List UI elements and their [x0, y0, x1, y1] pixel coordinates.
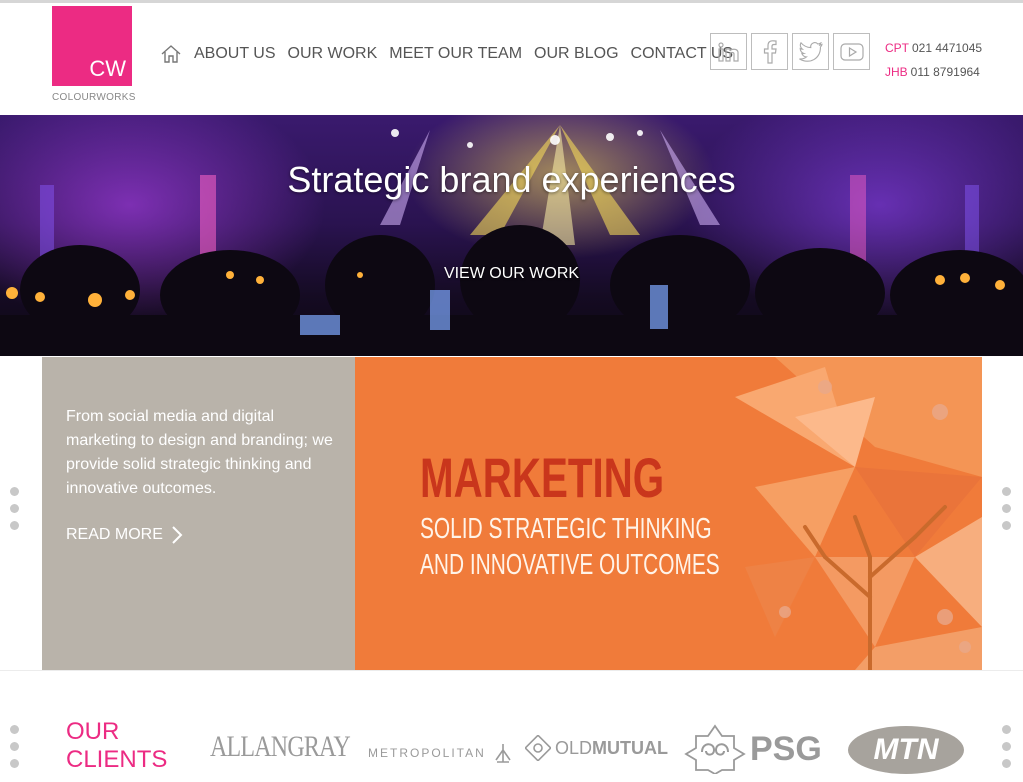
- phone-city: JHB: [885, 65, 908, 79]
- nav-about-us[interactable]: ABOUT US: [194, 45, 276, 63]
- slider-dot[interactable]: [1002, 487, 1011, 496]
- logo-mark: CW: [89, 56, 126, 81]
- clients-dots-right: [1002, 725, 1012, 776]
- slider-dot[interactable]: [10, 487, 19, 496]
- metropolitan-emblem-icon: [495, 744, 511, 763]
- clients-heading: OUR CLIENTS: [66, 718, 167, 774]
- feature-heading: MARKETING: [420, 446, 665, 509]
- nav-meet-our-team[interactable]: MEET OUR TEAM: [389, 45, 522, 63]
- phone-cpt[interactable]: CPT 021 4471045: [885, 36, 982, 60]
- old-mutual-word-a: OLD: [555, 737, 593, 758]
- twitter-icon[interactable]: [792, 33, 829, 70]
- event-photo: [0, 125, 1023, 356]
- client-logo-mtn[interactable]: MTN: [848, 726, 964, 774]
- metropolitan-wordmark: METROPOLITAN: [368, 746, 486, 760]
- linkedin-icon[interactable]: [710, 33, 747, 70]
- slider-dot[interactable]: [10, 742, 19, 751]
- phone-number: 021 4471045: [912, 41, 983, 55]
- slider-dot[interactable]: [1002, 521, 1011, 530]
- facebook-icon[interactable]: [751, 33, 788, 70]
- section-divider: [0, 670, 1023, 671]
- home-icon[interactable]: [160, 43, 182, 65]
- phone-number: 011 8791964: [910, 65, 980, 79]
- feature-subheading-line1: SOLID STRATEGIC THINKING: [420, 513, 712, 545]
- clients-dots-left: [10, 725, 20, 776]
- slider-dot[interactable]: [10, 759, 19, 768]
- hero-title: Strategic brand experiences: [287, 159, 736, 200]
- site-header: CW COLOURWORKS ABOUT US OUR WORK MEET OU…: [0, 3, 1023, 115]
- feature-subheading-line2: AND INNOVATIVE OUTCOMES: [420, 549, 720, 581]
- client-logo-old-mutual[interactable]: OLD MUTUAL: [525, 735, 668, 761]
- phone-city: CPT: [885, 41, 909, 55]
- slider-dot[interactable]: [10, 725, 19, 734]
- view-our-work-link[interactable]: VIEW OUR WORK: [440, 265, 583, 283]
- feature-image-panel: MARKETING SOLID STRATEGIC THINKING AND I…: [355, 357, 982, 670]
- client-logo-psg[interactable]: PSG: [682, 724, 822, 774]
- logo-box: CW: [52, 6, 132, 86]
- slider-dot[interactable]: [10, 504, 19, 513]
- contact-numbers: CPT 021 4471045 JHB 011 8791964: [885, 36, 982, 84]
- nav-our-blog[interactable]: OUR BLOG: [534, 45, 618, 63]
- feature-text-panel: From social media and digital marketing …: [42, 357, 355, 670]
- slider-dot[interactable]: [1002, 504, 1011, 513]
- main-nav: ABOUT US OUR WORK MEET OUR TEAM OUR BLOG…: [160, 41, 745, 67]
- slider-dots-left: [10, 487, 20, 538]
- read-more-link[interactable]: READ MORE: [66, 525, 183, 545]
- nav-our-work[interactable]: OUR WORK: [288, 45, 378, 63]
- client-logo-allan-gray[interactable]: ALLANGRAY: [210, 730, 351, 764]
- psg-emblem-icon: [684, 724, 746, 774]
- slider-dots-right: [1002, 487, 1012, 538]
- social-links: [710, 33, 874, 70]
- slider-dot[interactable]: [1002, 725, 1011, 734]
- logo-wordmark: COLOURWORKS: [52, 92, 136, 103]
- read-more-label: READ MORE: [66, 526, 163, 543]
- old-mutual-word-b: MUTUAL: [592, 737, 668, 758]
- clients-heading-line1: OUR: [66, 718, 120, 745]
- chevron-right-icon: [172, 526, 183, 544]
- clients-heading-line2: CLIENTS: [66, 746, 168, 773]
- youtube-icon[interactable]: [833, 33, 870, 70]
- slider-dot[interactable]: [1002, 759, 1011, 768]
- phone-jhb[interactable]: JHB 011 8791964: [885, 60, 982, 84]
- old-mutual-emblem-icon: [525, 735, 551, 761]
- hero-banner: Strategic brand experiences VIEW OUR WOR…: [0, 115, 1023, 356]
- psg-wordmark: PSG: [750, 729, 822, 768]
- slider-dot[interactable]: [1002, 742, 1011, 751]
- client-logo-metropolitan[interactable]: METROPOLITAN: [368, 742, 514, 764]
- colourworks-logo[interactable]: CW COLOURWORKS: [52, 6, 136, 105]
- slider-dot[interactable]: [10, 521, 19, 530]
- feature-description: From social media and digital marketing …: [66, 408, 333, 497]
- mtn-wordmark: MTN: [873, 733, 939, 766]
